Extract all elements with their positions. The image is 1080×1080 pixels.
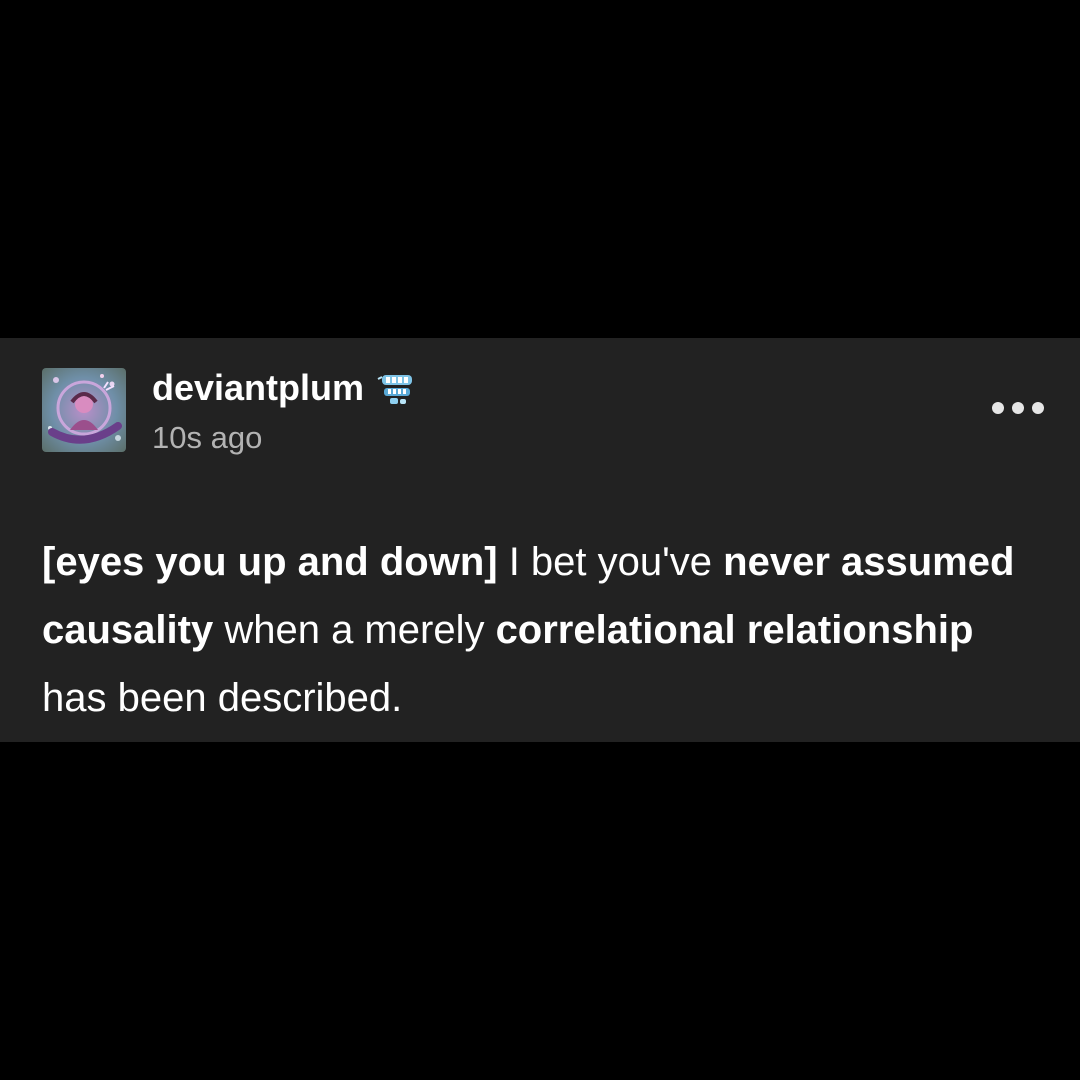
teeth-badge-icon <box>377 375 413 404</box>
username-row: deviantplum <box>152 366 418 410</box>
post-body-segment: when a merely <box>213 608 496 652</box>
more-options-icon <box>992 402 1004 414</box>
post-card: deviantplum 10s ago [eyes you up and dow… <box>0 338 1080 742</box>
username[interactable]: deviantplum <box>152 366 364 410</box>
more-options-icon <box>1032 402 1044 414</box>
post-timestamp: 10s ago <box>152 420 263 455</box>
post-body-segment: I bet you've <box>497 540 724 584</box>
post-body: [eyes you up and down] I bet you've neve… <box>42 528 1042 732</box>
post-body-segment: has been described. <box>42 676 403 720</box>
avatar-image <box>42 368 126 452</box>
more-options-button[interactable] <box>992 396 1044 420</box>
post-body-segment: [eyes you up and down] <box>42 540 498 584</box>
avatar[interactable] <box>42 368 126 452</box>
more-options-icon <box>1012 402 1024 414</box>
post-body-segment: correlational relationship <box>495 608 974 652</box>
